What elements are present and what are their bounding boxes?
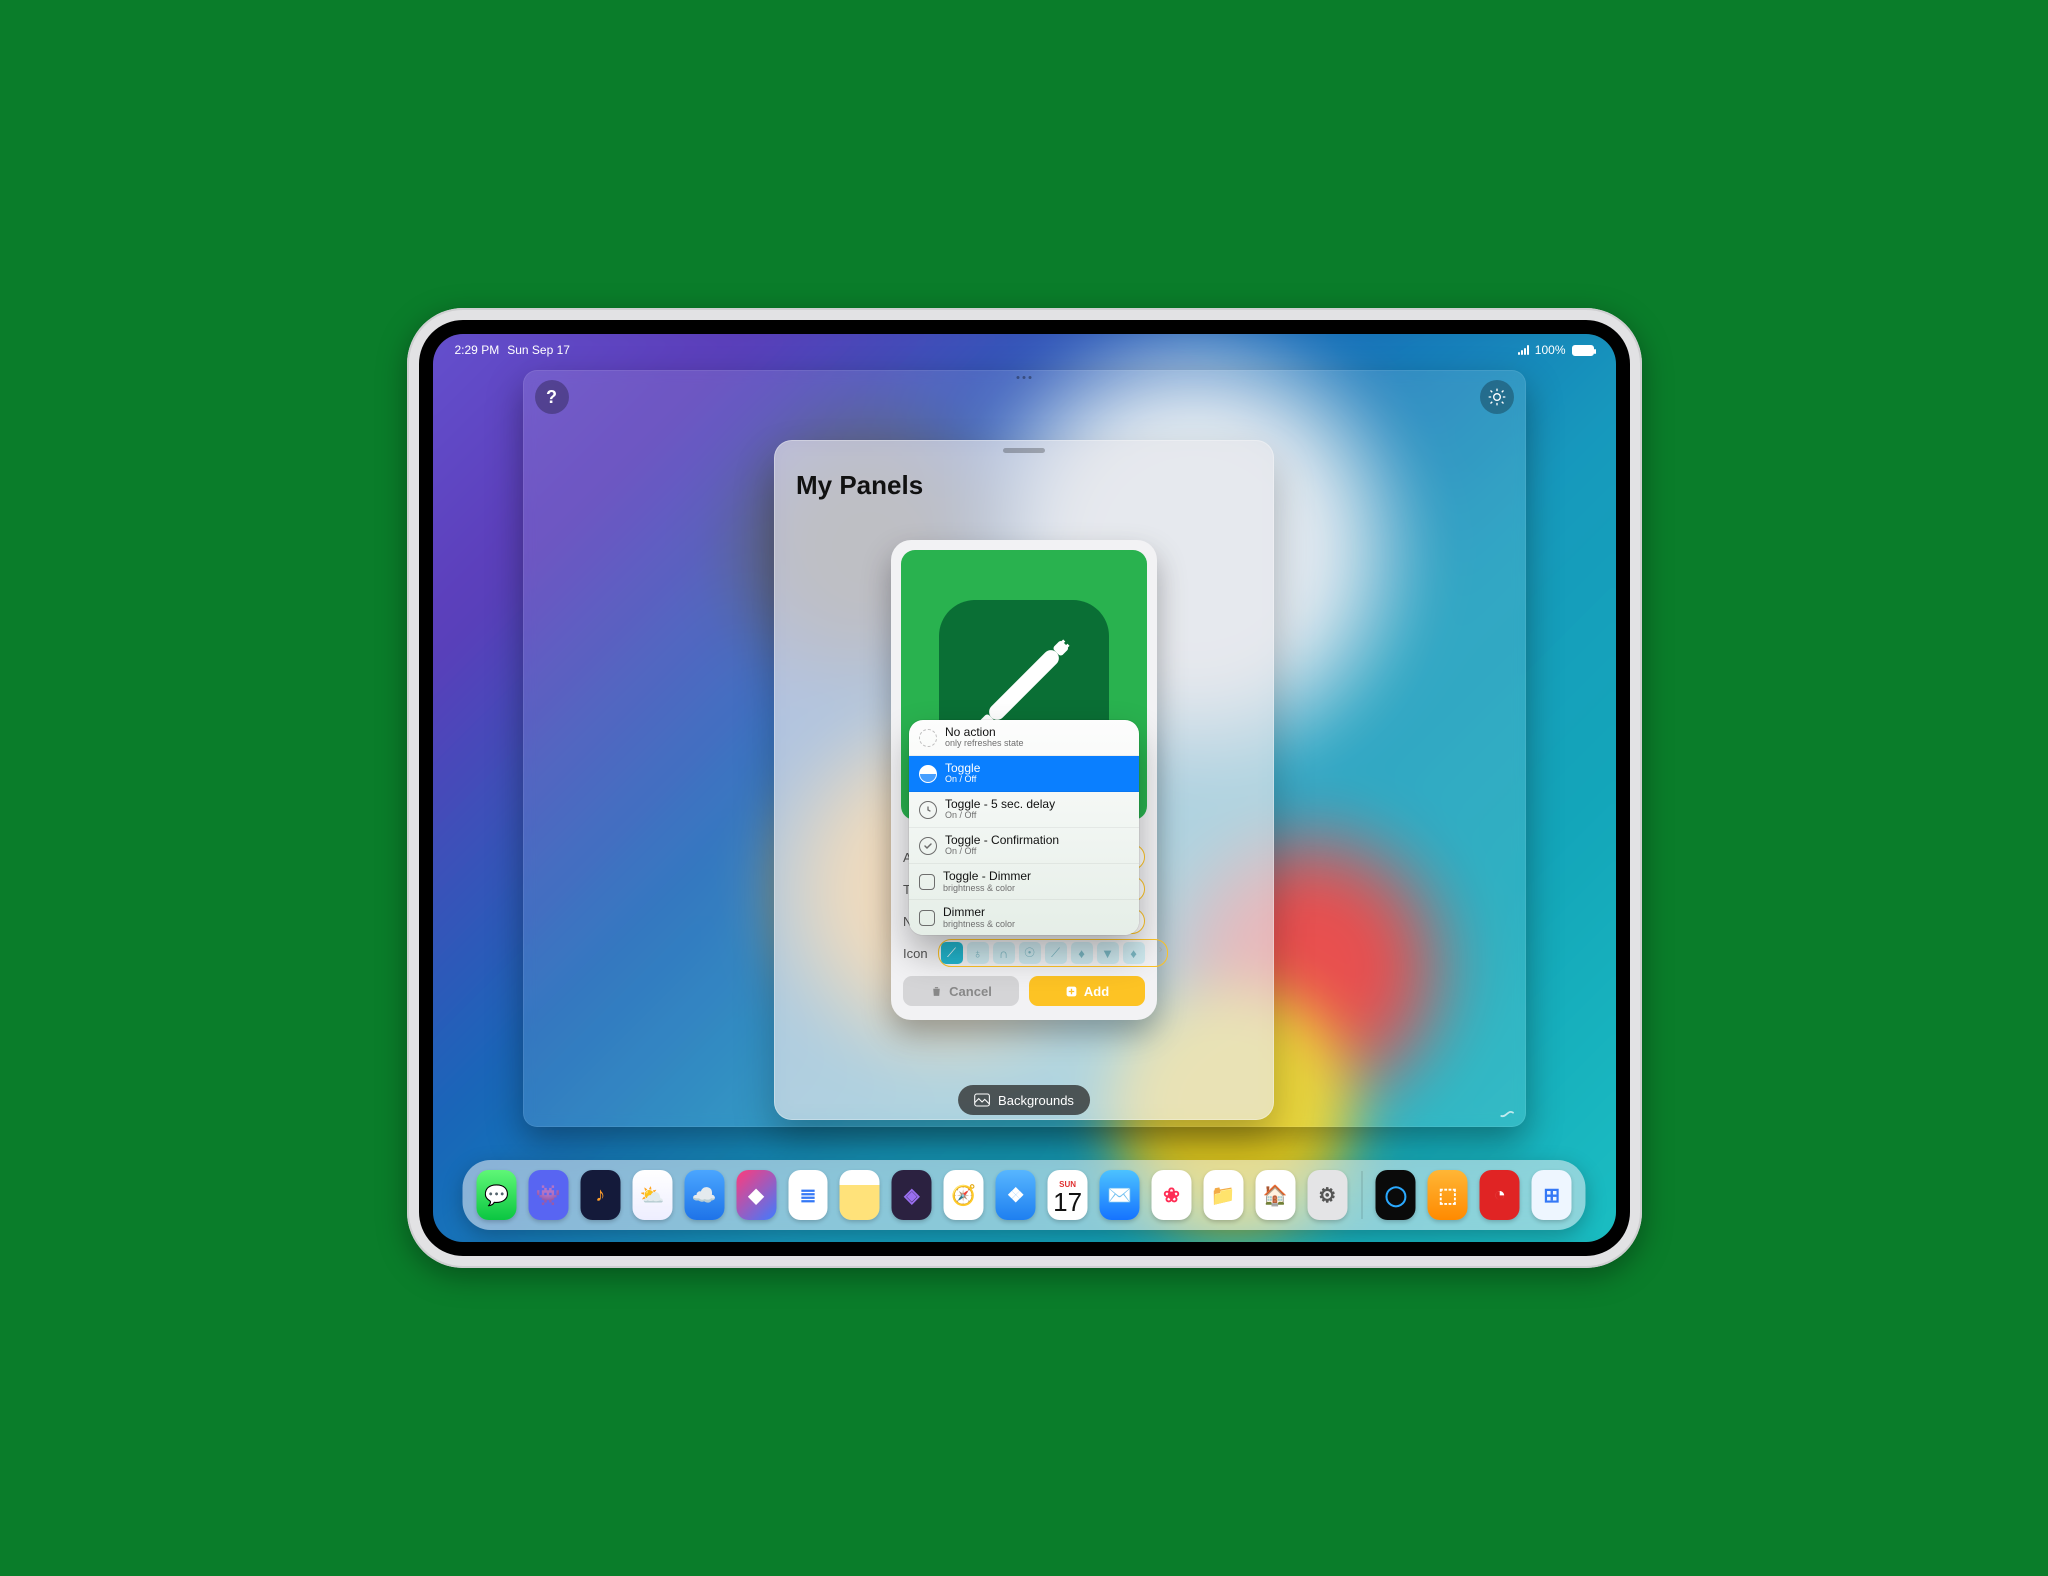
icon-option-lamp[interactable]: ♁	[967, 942, 989, 964]
dock-separator	[1361, 1171, 1362, 1219]
action-menu: No actiononly refreshes stateToggleOn / …	[909, 720, 1139, 935]
dock-app-recent-4[interactable]: ⊞	[1532, 1170, 1572, 1220]
icon-option-tube[interactable]: ⟋	[941, 942, 963, 964]
status-bar: 2:29 PM Sun Sep 17 100%	[433, 340, 1616, 360]
cancel-label: Cancel	[949, 984, 992, 999]
half-circle-icon	[919, 765, 937, 783]
dock-app-messages[interactable]: 💬	[477, 1170, 517, 1220]
menu-item-subtitle: On / Off	[945, 811, 1055, 821]
plus-square-icon	[1065, 985, 1078, 998]
dock-app-notes[interactable]	[840, 1170, 880, 1220]
dock-app-photos[interactable]: ❀	[1151, 1170, 1191, 1220]
signal-icon	[1518, 345, 1529, 355]
dock-app-recent-1[interactable]: ◯	[1376, 1170, 1416, 1220]
backgrounds-label: Backgrounds	[998, 1093, 1074, 1108]
check-circle-icon	[919, 837, 937, 855]
dock-app-settings[interactable]: ⚙︎	[1307, 1170, 1347, 1220]
menu-item-subtitle: On / Off	[945, 847, 1059, 857]
icon-picker[interactable]: ⟋ ♁ ∩ ☉ ⟋ ♦ ▼ ♦ ›	[938, 939, 1168, 967]
row-icon: Icon ⟋ ♁ ∩ ☉ ⟋ ♦ ▼ ♦ ›	[903, 940, 1145, 966]
dock-app-mail[interactable]: ✉️	[1100, 1170, 1140, 1220]
window-dots-icon[interactable]	[1017, 376, 1032, 379]
trash-icon	[930, 985, 943, 998]
menu-item-title: Dimmer	[943, 906, 1015, 919]
dock-app-safari[interactable]: 🧭	[944, 1170, 984, 1220]
gear-icon	[1487, 387, 1507, 407]
menu-item-subtitle: brightness & color	[943, 920, 1015, 930]
help-button[interactable]: ?	[535, 380, 569, 414]
dock-app-files[interactable]: 📁	[1203, 1170, 1243, 1220]
action-menu-item-4[interactable]: Toggle - Dimmerbrightness & color	[909, 864, 1139, 900]
calendar-date: 17	[1053, 1189, 1082, 1215]
dock-app-icloud[interactable]: ☁️	[684, 1170, 724, 1220]
battery-icon	[1572, 345, 1594, 356]
menu-item-subtitle: On / Off	[945, 775, 980, 785]
clock-icon	[919, 801, 937, 819]
action-menu-item-2[interactable]: Toggle - 5 sec. delayOn / Off	[909, 792, 1139, 828]
action-menu-item-0[interactable]: No actiononly refreshes state	[909, 720, 1139, 756]
ipad-frame: 2:29 PM Sun Sep 17 100% ? My Panels	[407, 308, 1642, 1268]
dock-app-music-app[interactable]: ♪	[580, 1170, 620, 1220]
dock-app-reminders[interactable]: ≣	[788, 1170, 828, 1220]
dock-app-home[interactable]: 🏠	[1255, 1170, 1295, 1220]
dock-app-app-blue[interactable]: ❖	[996, 1170, 1036, 1220]
add-label: Add	[1084, 984, 1109, 999]
square-icon	[919, 910, 935, 926]
sheet-grabber[interactable]	[1003, 448, 1045, 453]
image-icon	[974, 1093, 990, 1107]
square-icon	[919, 874, 935, 890]
action-menu-item-3[interactable]: Toggle - ConfirmationOn / Off	[909, 828, 1139, 864]
menu-item-subtitle: brightness & color	[943, 884, 1031, 894]
dock: 💬👾♪⛅☁️◆≣ ◈🧭❖ SUN17 ✉️❀📁🏠⚙︎ ◯⬚◔⊞	[463, 1160, 1586, 1230]
sheet-title: My Panels	[796, 470, 1274, 501]
icon-option-bulb[interactable]: ☉	[1019, 942, 1041, 964]
battery-percent: 100%	[1535, 343, 1566, 357]
status-date: Sun Sep 17	[507, 343, 570, 357]
app-window: ? My Panels	[523, 370, 1526, 1127]
backgrounds-button[interactable]: Backgrounds	[958, 1085, 1090, 1115]
menu-item-subtitle: only refreshes state	[945, 739, 1024, 749]
add-button[interactable]: Add	[1029, 976, 1145, 1006]
icon-label: Icon	[903, 946, 928, 961]
icon-option-bulb2[interactable]: ♦	[1071, 942, 1093, 964]
dock-app-weather[interactable]: ⛅	[632, 1170, 672, 1220]
scribble-icon[interactable]	[1498, 1101, 1518, 1121]
dock-app-recent-3[interactable]: ◔	[1480, 1170, 1520, 1220]
dock-app-calendar[interactable]: SUN17	[1048, 1170, 1088, 1220]
icon-option-spot[interactable]: ▼	[1097, 942, 1119, 964]
settings-button[interactable]	[1480, 380, 1514, 414]
chevron-right-icon: ›	[1159, 942, 1163, 956]
icon-option-wand[interactable]: ⟋	[1045, 942, 1067, 964]
dock-app-discord[interactable]: 👾	[528, 1170, 568, 1220]
status-time: 2:29 PM	[455, 343, 500, 357]
dock-app-recent-2[interactable]: ⬚	[1428, 1170, 1468, 1220]
dock-app-shortcuts[interactable]: ◆	[736, 1170, 776, 1220]
dock-app-obsidian[interactable]: ◈	[892, 1170, 932, 1220]
action-menu-item-5[interactable]: Dimmerbrightness & color	[909, 900, 1139, 935]
action-menu-item-1[interactable]: ToggleOn / Off	[909, 756, 1139, 792]
ipad-screen: 2:29 PM Sun Sep 17 100% ? My Panels	[419, 320, 1630, 1256]
icon-option-arch[interactable]: ∩	[993, 942, 1015, 964]
icon-option-bulb3[interactable]: ♦	[1123, 942, 1145, 964]
menu-item-title: Toggle - Dimmer	[943, 870, 1031, 883]
dotted-circle-icon	[919, 729, 937, 747]
cancel-button[interactable]: Cancel	[903, 976, 1019, 1006]
